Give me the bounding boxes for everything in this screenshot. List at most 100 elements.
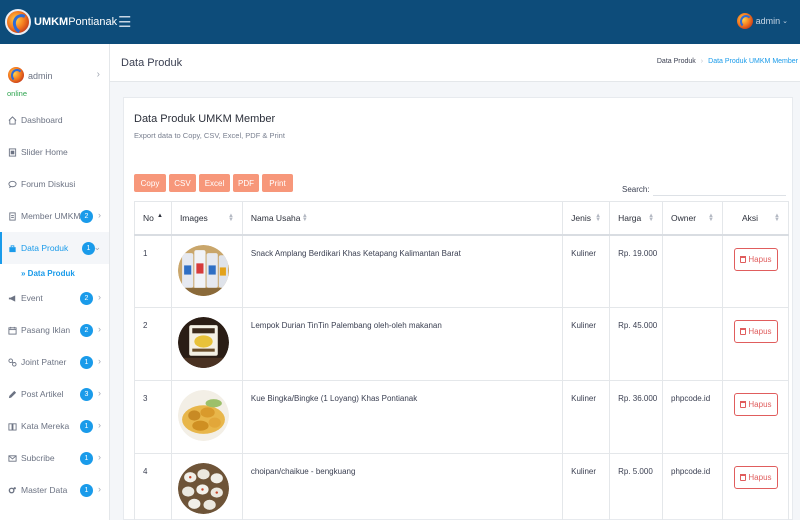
table-row: 1 Snack Amplang Berdikari Khas Ketapang K… xyxy=(134,234,790,308)
user-menu[interactable]: admin ⌄ xyxy=(736,13,788,29)
col-header-jenis[interactable]: Jenis ▲ ▼ xyxy=(562,201,611,236)
cell-no: 3 xyxy=(134,380,172,454)
sidebar-item-event[interactable]: Event 2 › xyxy=(0,282,109,314)
sidebar-item-joint-patner[interactable]: Joint Patner 1 › xyxy=(0,346,109,378)
cell-nama-usaha: Kue Bingka/Bingke (1 Loyang) Khas Pontia… xyxy=(241,380,564,454)
count-badge: 2 xyxy=(80,210,93,223)
sidebar-item-slider-home[interactable]: Slider Home xyxy=(0,136,109,168)
cell-image xyxy=(170,234,243,308)
sidebar-item-label: Pasang Iklan xyxy=(21,325,71,335)
trash-icon xyxy=(740,401,747,408)
menu-toggle-icon[interactable]: ☰ xyxy=(118,13,131,31)
table-row: 2 Lempok Durian TinTin Palembang oleh-ole… xyxy=(134,307,790,381)
cell-jenis: Kuliner xyxy=(562,453,611,520)
sidebar-item-pasang-iklan[interactable]: Pasang Iklan 2 › xyxy=(0,314,109,346)
sidebar-item-label: Kata Mereka xyxy=(21,421,70,431)
pdf-button[interactable]: PDF xyxy=(233,174,259,192)
csv-button[interactable]: CSV xyxy=(169,174,196,192)
sidebar-item-subcribe[interactable]: Subcribe 1 › xyxy=(0,442,109,474)
copy-button[interactable]: Copy xyxy=(134,174,166,192)
count-badge: 1 xyxy=(80,420,93,433)
sidebar-item-forum-diskusi[interactable]: Forum Diskusi xyxy=(0,168,109,200)
sidebar-item-kata-mereka[interactable]: Kata Mereka 1 › xyxy=(0,410,109,442)
pencil-icon xyxy=(8,390,17,399)
brand-name: UMKMPontianak xyxy=(34,16,118,28)
delete-button-label: Hapus xyxy=(748,254,772,264)
table-search: Search: xyxy=(622,182,786,196)
card-subtitle: Export data to Copy, CSV, Excel, PDF & P… xyxy=(134,131,285,140)
col-header-owner[interactable]: Owner ▲ ▼ xyxy=(662,201,723,236)
chevron-right-icon: › xyxy=(98,388,101,398)
sort-icon: ▲ ▼ xyxy=(774,213,780,223)
cell-jenis: Kuliner xyxy=(562,380,611,454)
breadcrumb: Data Produk › Data Produk UMKM Member xyxy=(657,58,798,65)
breadcrumb-item[interactable]: Data Produk xyxy=(657,58,696,65)
sidebar-item-label: Joint Patner xyxy=(21,357,67,367)
sort-icon: ▲ ▼ xyxy=(708,213,714,223)
cell-owner: phpcode.id xyxy=(662,380,723,454)
sidebar-item-label: Slider Home xyxy=(21,147,68,157)
col-header-nama-usaha[interactable]: Nama Usaha ▲ ▼ xyxy=(241,201,564,236)
delete-button[interactable]: Hapus xyxy=(733,393,778,416)
sidebar-item-post-artikel[interactable]: Post Artikel 3 › xyxy=(0,378,109,410)
count-badge: 2 xyxy=(80,292,93,305)
cell-harga: Rp. 5.000 xyxy=(609,453,664,520)
chevron-right-icon: › xyxy=(98,484,101,494)
sidebar-item-data-produk[interactable]: Data Produk 1 ⌄ xyxy=(0,232,109,264)
delete-button[interactable]: Hapus xyxy=(733,466,778,489)
sidebar-item-member-umkm[interactable]: Member UMKM 2 › xyxy=(0,200,109,232)
col-header-images[interactable]: Images ▲ ▼ xyxy=(170,201,243,236)
cell-image xyxy=(170,307,243,381)
sidebar-item-master-data[interactable]: Master Data 1 › xyxy=(0,474,109,506)
mail-icon xyxy=(8,454,17,463)
bag-icon xyxy=(8,244,17,253)
sidebar: admin › online Dashboard Slider Home Forum… xyxy=(0,44,110,520)
chevron-right-icon: › xyxy=(98,324,101,334)
cell-aksi: Hapus xyxy=(721,234,790,308)
excel-button[interactable]: Excel xyxy=(199,174,230,192)
card-title: Data Produk UMKM Member xyxy=(134,113,276,125)
export-buttons: Copy CSV Excel PDF Print xyxy=(134,174,296,192)
trash-icon xyxy=(740,328,747,335)
sidebar-user-panel[interactable]: admin › online xyxy=(0,44,109,104)
chevron-right-icon: › xyxy=(98,452,101,462)
chevron-right-icon: › xyxy=(98,356,101,366)
cell-jenis: Kuliner xyxy=(562,234,611,308)
cell-harga: Rp. 36.000 xyxy=(609,380,664,454)
products-table: No ▲ Images ▲ ▼ Nama Usaha ▲ ▼ Jenis ▲ ▼ Harga ▲… xyxy=(134,201,790,520)
trash-icon xyxy=(740,255,747,263)
data-card: Data Produk UMKM Member Export data to C… xyxy=(123,97,793,520)
sidebar-item-label: Master Data xyxy=(21,485,68,495)
cell-no: 2 xyxy=(134,307,172,381)
cell-jenis: Kuliner xyxy=(562,307,611,381)
sidebar-item-label: Post Artikel xyxy=(21,389,64,399)
print-button[interactable]: Print xyxy=(262,174,293,192)
cell-aksi: Hapus xyxy=(721,453,790,520)
search-input[interactable] xyxy=(652,182,786,196)
cell-nama-usaha: Lempok Durian TinTin Palembang oleh-oleh… xyxy=(241,307,564,381)
chevron-right-icon: › xyxy=(98,210,101,220)
link-icon xyxy=(8,357,17,367)
megaphone-icon xyxy=(8,294,17,303)
cell-image xyxy=(170,453,243,520)
avatar xyxy=(8,67,24,83)
count-badge: 2 xyxy=(80,324,93,337)
trash-icon xyxy=(740,474,747,481)
sidebar-item-label: Dashboard xyxy=(21,115,63,125)
delete-button[interactable]: Hapus xyxy=(733,320,778,343)
sidebar-item-label: Member UMKM xyxy=(21,211,81,221)
sort-icon: ▲ ▼ xyxy=(227,213,234,223)
chevron-down-icon: ⌄ xyxy=(782,18,788,25)
sidebar-item-dashboard[interactable]: Dashboard xyxy=(0,104,109,136)
table-row: 3 Kue Bingka/Bingke (1 Loyang) Khas Ponti… xyxy=(134,380,790,454)
count-badge: 1 xyxy=(80,484,93,497)
cell-nama-usaha: Snack Amplang Berdikari Khas Ketapang Ka… xyxy=(241,234,564,308)
col-header-no[interactable]: No ▲ xyxy=(134,201,172,236)
col-header-aksi[interactable]: Aksi ▲ ▼ xyxy=(721,201,790,236)
sidebar-subitem-data-produk[interactable]: » Data Produk xyxy=(0,264,109,282)
delete-button[interactable]: Hapus xyxy=(733,247,778,271)
col-header-harga[interactable]: Harga ▲ ▼ xyxy=(609,201,664,236)
sort-icon: ▲ ▼ xyxy=(595,213,602,223)
brand[interactable]: UMKMPontianak xyxy=(0,9,117,35)
count-badge: 1 xyxy=(80,356,93,369)
